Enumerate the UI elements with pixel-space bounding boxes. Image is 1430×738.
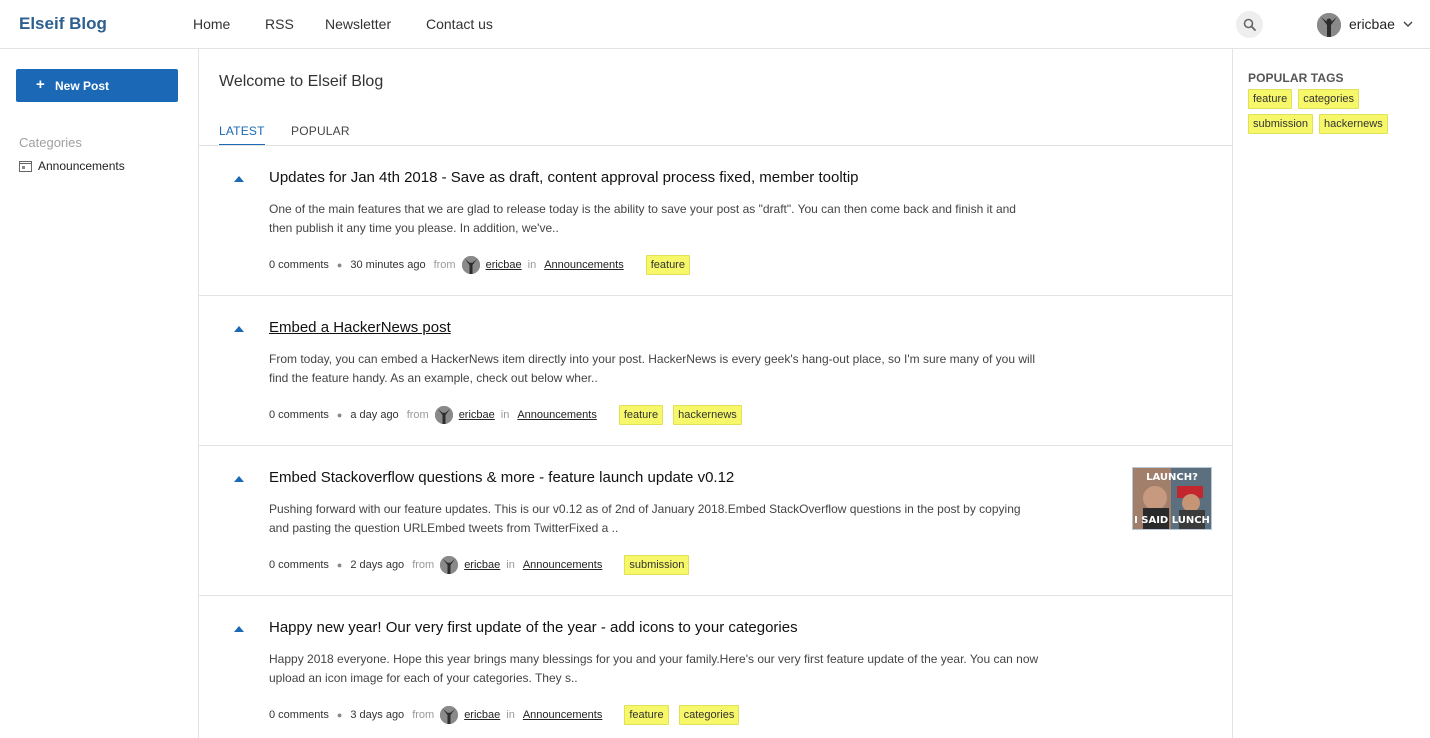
post-title[interactable]: Updates for Jan 4th 2018 - Save as draft…	[269, 169, 859, 186]
post-excerpt: One of the main features that we are gla…	[269, 202, 1016, 235]
from-label: from	[406, 409, 429, 421]
author-link[interactable]: ericbae	[486, 259, 522, 271]
avatar-figure-icon	[434, 406, 453, 424]
tag-categories[interactable]: categories	[678, 705, 740, 725]
in-label: in	[527, 259, 537, 271]
comment-count[interactable]: 0 comments	[269, 409, 329, 421]
category-link[interactable]: Announcements	[523, 709, 603, 721]
author-link[interactable]: ericbae	[459, 409, 495, 421]
from-label: from	[433, 259, 456, 271]
search-button[interactable]	[1236, 11, 1263, 38]
post-meta: 0 comments ● 3 days ago from ericbae in …	[269, 704, 749, 726]
separator-dot: ●	[336, 410, 343, 420]
category-link[interactable]: Announcements	[544, 259, 624, 271]
tag-feature[interactable]: feature	[645, 255, 690, 275]
category-link[interactable]: Announcements	[517, 409, 597, 421]
folder-icon	[19, 161, 32, 172]
avatar-figure-icon	[461, 256, 480, 274]
comment-count[interactable]: 0 comments	[269, 559, 329, 571]
upvote-arrow-icon[interactable]	[234, 476, 244, 482]
username[interactable]: ericbae	[1349, 16, 1395, 32]
author-avatar[interactable]	[434, 406, 453, 424]
post-title[interactable]: Embed a HackerNews post	[269, 319, 451, 336]
upvote-arrow-icon[interactable]	[234, 626, 244, 632]
left-sidebar: + New Post Categories Announcements	[0, 49, 199, 738]
user-avatar[interactable]	[1317, 13, 1341, 37]
search-icon	[1243, 18, 1256, 31]
main-content: Welcome to Elseif Blog LATEST POPULAR Up…	[199, 49, 1233, 738]
post-meta: 0 comments ● 30 minutes ago from ericbae…	[269, 254, 700, 276]
post-excerpt: From today, you can embed a HackerNews i…	[269, 352, 1036, 385]
popular-tags-heading: POPULAR TAGS	[1248, 71, 1344, 85]
post-time: 30 minutes ago	[350, 259, 426, 271]
in-label: in	[506, 559, 515, 571]
tag-feature[interactable]: feature	[618, 405, 664, 425]
nav-contact[interactable]: Contact us	[426, 16, 493, 32]
nav-home[interactable]: Home	[193, 16, 230, 32]
tab-latest[interactable]: LATEST	[219, 124, 265, 146]
post-time: a day ago	[350, 409, 399, 421]
tag-feature[interactable]: feature	[624, 705, 669, 725]
author-link[interactable]: ericbae	[464, 709, 500, 721]
meme-top-text: LAUNCH?	[1146, 472, 1198, 483]
tag-submission[interactable]: submission	[624, 555, 690, 575]
author-avatar[interactable]	[461, 256, 480, 274]
author-avatar[interactable]	[440, 706, 459, 724]
new-post-label: New Post	[55, 79, 110, 93]
right-sidebar: POPULAR TAGS feature categories submissi…	[1234, 49, 1430, 738]
top-bar: Elseif Blog Home RSS Newsletter Contact …	[0, 0, 1430, 49]
category-link[interactable]: Announcements	[523, 559, 603, 571]
new-post-button[interactable]: + New Post	[16, 69, 178, 102]
post-time: 2 days ago	[350, 559, 405, 571]
plus-icon: +	[36, 76, 45, 93]
tag-hackernews[interactable]: hackernews	[673, 405, 742, 425]
popular-tag-hackernews[interactable]: hackernews	[1319, 114, 1388, 134]
brand-logo[interactable]: Elseif Blog	[19, 14, 107, 34]
post-time: 3 days ago	[350, 709, 405, 721]
in-label: in	[506, 709, 515, 721]
post-item: Updates for Jan 4th 2018 - Save as draft…	[199, 146, 1232, 296]
post-title[interactable]: Embed Stackoverflow questions & more - f…	[269, 469, 734, 486]
post-meta: 0 comments ● a day ago from ericbae in A…	[269, 404, 752, 426]
post-excerpt: Pushing forward with our feature updates…	[269, 502, 1021, 535]
comment-count[interactable]: 0 comments	[269, 259, 329, 271]
avatar-figure-icon	[1317, 13, 1341, 37]
separator-dot: ●	[336, 560, 343, 570]
popular-tag-submission[interactable]: submission	[1248, 114, 1314, 134]
author-link[interactable]: ericbae	[464, 559, 500, 571]
nav-rss[interactable]: RSS	[265, 16, 294, 32]
avatar-figure-icon	[440, 706, 459, 724]
from-label: from	[412, 709, 435, 721]
meme-bottom-text: I SAID LUNCH	[1134, 515, 1210, 526]
popular-tag-feature[interactable]: feature	[1248, 89, 1293, 109]
from-label: from	[412, 559, 435, 571]
author-avatar[interactable]	[440, 556, 459, 574]
popular-tag-categories[interactable]: categories	[1298, 89, 1360, 109]
comment-count[interactable]: 0 comments	[269, 709, 329, 721]
category-label: Announcements	[38, 159, 125, 173]
post-excerpt: Happy 2018 everyone. Hope this year brin…	[269, 652, 1039, 685]
post-item: Embed Stackoverflow questions & more - f…	[199, 446, 1232, 596]
avatar-figure-icon	[440, 556, 459, 574]
upvote-arrow-icon[interactable]	[234, 326, 244, 332]
popular-tags-list: feature categories submission hackernews	[1248, 89, 1428, 139]
post-meta: 0 comments ● 2 days ago from ericbae in …	[269, 554, 699, 576]
post-item: Embed a HackerNews post From today, you …	[199, 296, 1232, 446]
page-title: Welcome to Elseif Blog	[219, 73, 384, 90]
tab-popular[interactable]: POPULAR	[291, 124, 350, 138]
post-title[interactable]: Happy new year! Our very first update of…	[269, 619, 798, 636]
in-label: in	[500, 409, 510, 421]
categories-heading: Categories	[19, 135, 82, 150]
separator-dot: ●	[336, 260, 343, 270]
post-item: Happy new year! Our very first update of…	[199, 596, 1232, 738]
post-thumbnail[interactable]: LAUNCH? I SAID LUNCH	[1132, 467, 1212, 530]
upvote-arrow-icon[interactable]	[234, 176, 244, 182]
separator-dot: ●	[336, 710, 343, 720]
nav-newsletter[interactable]: Newsletter	[325, 16, 391, 32]
chevron-down-icon[interactable]	[1403, 20, 1413, 28]
